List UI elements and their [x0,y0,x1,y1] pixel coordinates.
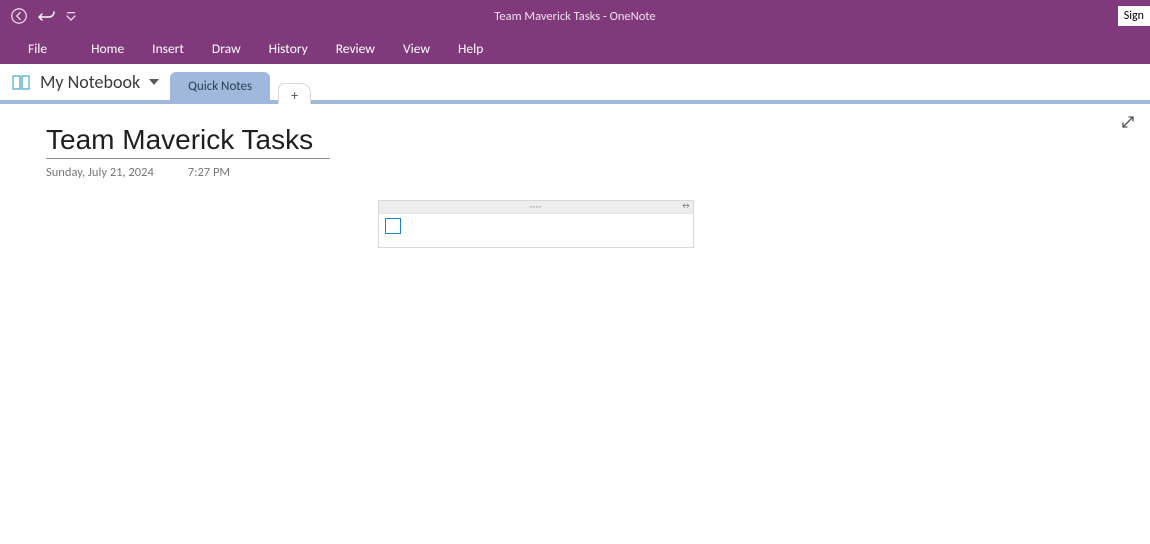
sign-in-button[interactable]: Sign [1118,6,1150,26]
page-title[interactable]: Team Maverick Tasks [46,124,330,159]
note-body[interactable] [379,214,693,242]
notebook-icon [10,72,32,92]
todo-checkbox[interactable] [385,218,401,234]
grip-dots-icon: ···· [530,203,542,211]
notebook-picker[interactable]: My Notebook [10,64,170,100]
menu-review[interactable]: Review [322,32,389,64]
menu-home[interactable]: Home [77,32,138,64]
menu-help[interactable]: Help [444,32,497,64]
resize-handle-icon[interactable]: ↔ [681,201,691,211]
page-header: Team Maverick Tasks Sunday, July 21, 202… [46,124,330,180]
page-meta: Sunday, July 21, 2024 7:27 PM [46,165,330,180]
fullscreen-toggle-icon[interactable] [1120,114,1136,134]
note-container-grip[interactable]: ···· ↔ [379,201,693,214]
menubar: File Home Insert Draw History Review Vie… [0,32,1150,64]
undo-button[interactable] [36,5,58,27]
titlebar: Team Maverick Tasks - OneNote Sign [0,0,1150,32]
notebook-name: My Notebook [40,71,140,93]
section-tab-quick-notes[interactable]: Quick Notes [170,72,270,100]
customize-quick-access-button[interactable] [64,5,78,27]
notebook-chevron-icon [148,77,160,87]
page-time[interactable]: 7:27 PM [188,165,230,180]
window-title-text: Team Maverick Tasks - OneNote [494,9,655,24]
add-section-button[interactable]: + [278,83,311,106]
menu-file[interactable]: File [14,32,61,64]
quick-access-toolbar [0,5,78,27]
menu-insert[interactable]: Insert [138,32,198,64]
page-date[interactable]: Sunday, July 21, 2024 [46,165,154,180]
note-container[interactable]: ···· ↔ [378,200,694,248]
menu-view[interactable]: View [389,32,444,64]
section-tab-label: Quick Notes [188,79,252,94]
window-title: Team Maverick Tasks - OneNote [0,0,1150,32]
back-button[interactable] [8,5,30,27]
page-canvas[interactable]: Team Maverick Tasks Sunday, July 21, 202… [0,104,1150,544]
menu-history[interactable]: History [255,32,322,64]
titlebar-right: Sign [1118,6,1150,26]
plus-icon: + [291,87,298,104]
menu-draw[interactable]: Draw [198,32,255,64]
sections-bar: My Notebook Quick Notes + [0,64,1150,104]
